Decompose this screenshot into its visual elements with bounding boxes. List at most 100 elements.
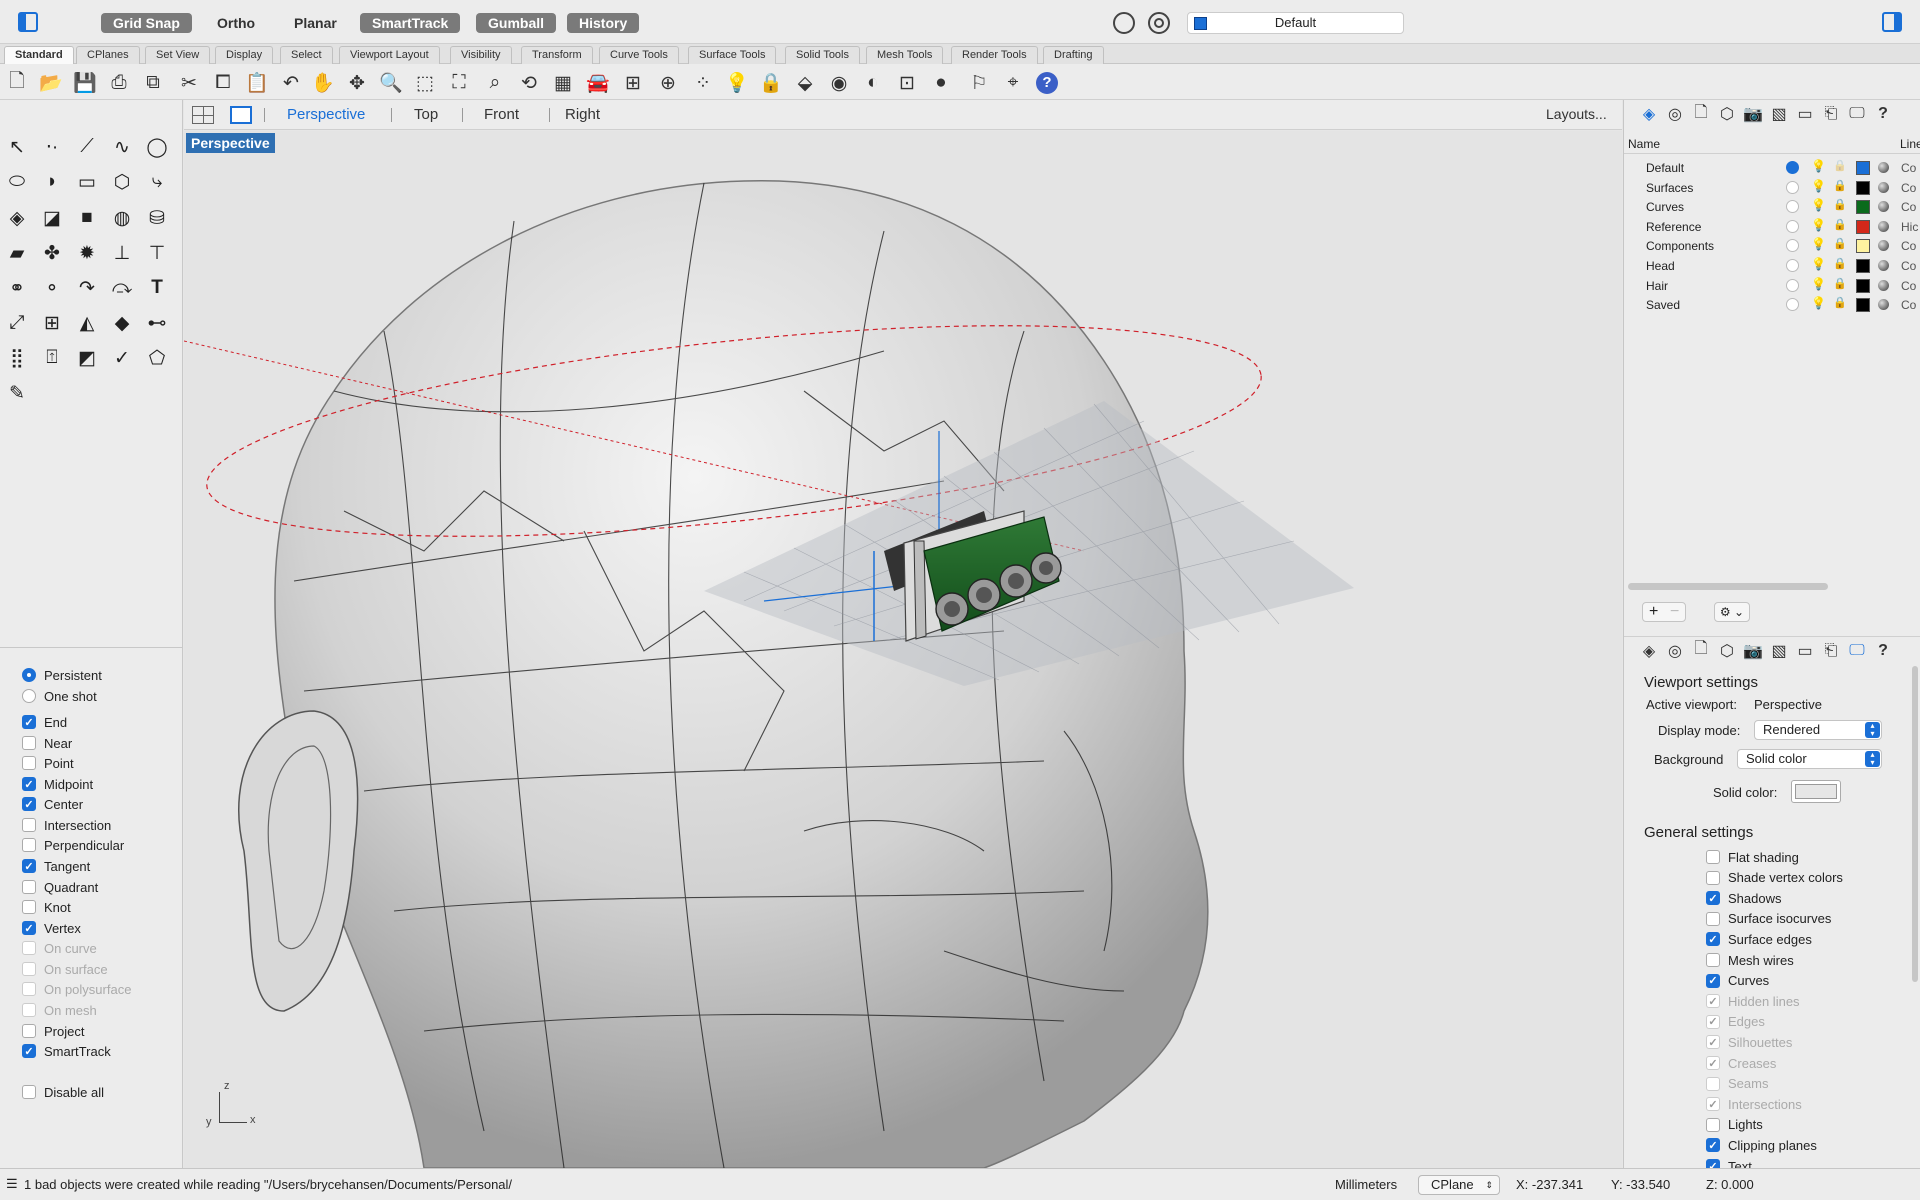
record-history-icon[interactable]: [1148, 12, 1170, 34]
checkbox[interactable]: [22, 818, 36, 832]
solid-color-well[interactable]: [1791, 780, 1841, 803]
analyze-icon[interactable]: ⍐: [37, 343, 67, 373]
checkbox[interactable]: [22, 1024, 36, 1038]
layer-linetype[interactable]: Co: [1901, 200, 1916, 214]
render-sphere-icon[interactable]: ●: [928, 70, 954, 96]
grid-array-icon[interactable]: ⣿: [2, 343, 32, 373]
layer-manager-icon[interactable]: ⬙: [792, 70, 818, 96]
light-bulb-icon[interactable]: 💡: [1811, 296, 1826, 310]
radio-one-shot[interactable]: [22, 689, 36, 703]
environment-panel-icon[interactable]: ▧: [1766, 104, 1792, 124]
polygon-icon[interactable]: ⬡: [107, 167, 137, 197]
gumball-drafting-icon[interactable]: ✎: [2, 378, 32, 408]
lock-icon[interactable]: 🔒: [1833, 296, 1847, 309]
viewport-tab-perspective[interactable]: Perspective: [287, 106, 365, 123]
checkbox[interactable]: [1706, 870, 1720, 885]
checkbox[interactable]: ✓: [22, 777, 36, 791]
material-sphere-icon[interactable]: [1878, 181, 1889, 193]
layer-linetype[interactable]: Co: [1901, 279, 1916, 293]
array-icon[interactable]: ⊞: [37, 308, 67, 338]
tab-drafting[interactable]: Drafting: [1043, 46, 1104, 64]
help-panel-icon[interactable]: ?: [1870, 642, 1896, 660]
print-icon[interactable]: ⎙: [106, 70, 132, 96]
checkbox[interactable]: ✓: [22, 1044, 36, 1058]
box-solid-icon[interactable]: ■: [72, 203, 102, 233]
split-icon[interactable]: ⊤: [142, 238, 172, 268]
osnap-mode-persistent[interactable]: Persistent: [22, 665, 102, 685]
osnap-near[interactable]: Near: [22, 733, 72, 753]
lock-icon[interactable]: 🔒: [1833, 218, 1847, 231]
material-sphere-icon[interactable]: [1878, 240, 1889, 252]
current-layer-select[interactable]: Default: [1187, 12, 1404, 34]
current-layer-radio[interactable]: [1786, 200, 1799, 214]
checkbox[interactable]: [22, 838, 36, 852]
current-layer-radio[interactable]: [1786, 259, 1799, 272]
pan-hand-icon[interactable]: ✋: [310, 70, 336, 96]
material-sphere-icon[interactable]: [1878, 162, 1889, 173]
layer-color-swatch[interactable]: [1856, 180, 1870, 195]
osnap-mode-one-shot[interactable]: One shot: [22, 686, 97, 706]
lock-icon[interactable]: 🔒: [1833, 257, 1847, 270]
osnap-knot[interactable]: Knot: [22, 897, 71, 917]
osnap-point[interactable]: Point: [22, 753, 74, 773]
current-layer-radio[interactable]: [1786, 219, 1799, 233]
material-sphere-icon[interactable]: [1878, 201, 1889, 213]
osnap-vertex[interactable]: ✓ Vertex: [22, 918, 81, 938]
light-bulb-icon[interactable]: 💡: [1811, 257, 1826, 271]
fillet-curve-icon[interactable]: ⤷: [142, 167, 172, 197]
lock-icon[interactable]: 🔒: [758, 70, 784, 96]
current-layer-radio[interactable]: [1786, 278, 1799, 292]
layer-linetype[interactable]: Co: [1901, 298, 1916, 312]
display-mode-select[interactable]: Rendered ▴ ▾: [1754, 720, 1882, 740]
tab-select[interactable]: Select: [280, 46, 333, 64]
layer-row[interactable]: Components 💡 🔒 Co: [1624, 236, 1920, 255]
osnap-center[interactable]: ✓ Center: [22, 794, 83, 814]
dimension-tool-icon[interactable]: ⊷: [142, 308, 172, 338]
layer-color-swatch[interactable]: [1856, 219, 1870, 234]
single-viewport-icon[interactable]: [230, 106, 252, 124]
solid-edit-icon[interactable]: ◆: [107, 308, 137, 338]
current-layer-radio[interactable]: [1786, 180, 1799, 194]
zoom-selected-icon[interactable]: ⌕: [482, 70, 508, 96]
layer-list-scrollbar[interactable]: [1628, 583, 1828, 590]
layer-color-swatch[interactable]: [1856, 200, 1870, 215]
grid-snap-toggle[interactable]: Grid Snap: [101, 13, 192, 33]
document-panel-icon[interactable]: 🗋: [1688, 101, 1714, 128]
general-setting-row[interactable]: Surface isocurves: [1706, 910, 1831, 928]
viewport-tab-front[interactable]: Front: [484, 106, 519, 123]
layer-row[interactable]: Surfaces 💡 🔒 Co: [1624, 178, 1920, 197]
checkbox[interactable]: [22, 900, 36, 914]
osnap-midpoint[interactable]: ✓ Midpoint: [22, 774, 93, 794]
boolean-union-icon[interactable]: ◍: [107, 203, 137, 233]
general-setting-row[interactable]: ✓ Surface edges: [1706, 930, 1812, 948]
properties-icon[interactable]: ⚐: [966, 70, 992, 96]
layers-panel-icon[interactable]: ◈: [1636, 641, 1662, 661]
help-panel-icon[interactable]: ?: [1870, 105, 1896, 123]
page-setup-icon[interactable]: ⧉: [140, 70, 166, 96]
new-file-icon[interactable]: 🗋: [4, 70, 30, 96]
document-panel-icon[interactable]: 🗋: [1688, 637, 1714, 664]
layouts-button[interactable]: Layouts...: [1546, 106, 1607, 122]
right-sidebar-toggle-icon[interactable]: [1882, 12, 1902, 32]
circle-icon[interactable]: ◯: [142, 132, 172, 162]
checkbox[interactable]: [1706, 1117, 1720, 1132]
select-arrow-icon[interactable]: ↖: [2, 132, 32, 162]
layouts-panel-icon[interactable]: ▭: [1792, 104, 1818, 124]
select-points-icon[interactable]: ⁘: [690, 70, 716, 96]
layer-options-gear-icon[interactable]: ⚙ ⌄: [1714, 602, 1750, 622]
light-bulb-icon[interactable]: 💡: [1811, 179, 1826, 193]
rotate-view-icon[interactable]: ✥: [344, 70, 370, 96]
add-layer-button[interactable]: +: [1649, 603, 1658, 621]
four-viewports-icon[interactable]: [192, 106, 214, 124]
materials-panel-icon[interactable]: ⬡: [1714, 641, 1740, 661]
zoom-extents-icon[interactable]: ⛶: [446, 70, 472, 96]
tab-standard[interactable]: Standard: [4, 46, 74, 64]
tab-solid-tools[interactable]: Solid Tools: [785, 46, 860, 64]
move-icon[interactable]: ⤢: [2, 308, 32, 338]
tab-display[interactable]: Display: [215, 46, 274, 64]
settings-scrollbar[interactable]: [1912, 666, 1918, 982]
osnap-intersection[interactable]: Intersection: [22, 815, 111, 835]
checkbox[interactable]: [22, 756, 36, 770]
shaded-sphere-icon[interactable]: ◐: [860, 70, 886, 96]
curve-icon[interactable]: ∿: [107, 132, 137, 162]
